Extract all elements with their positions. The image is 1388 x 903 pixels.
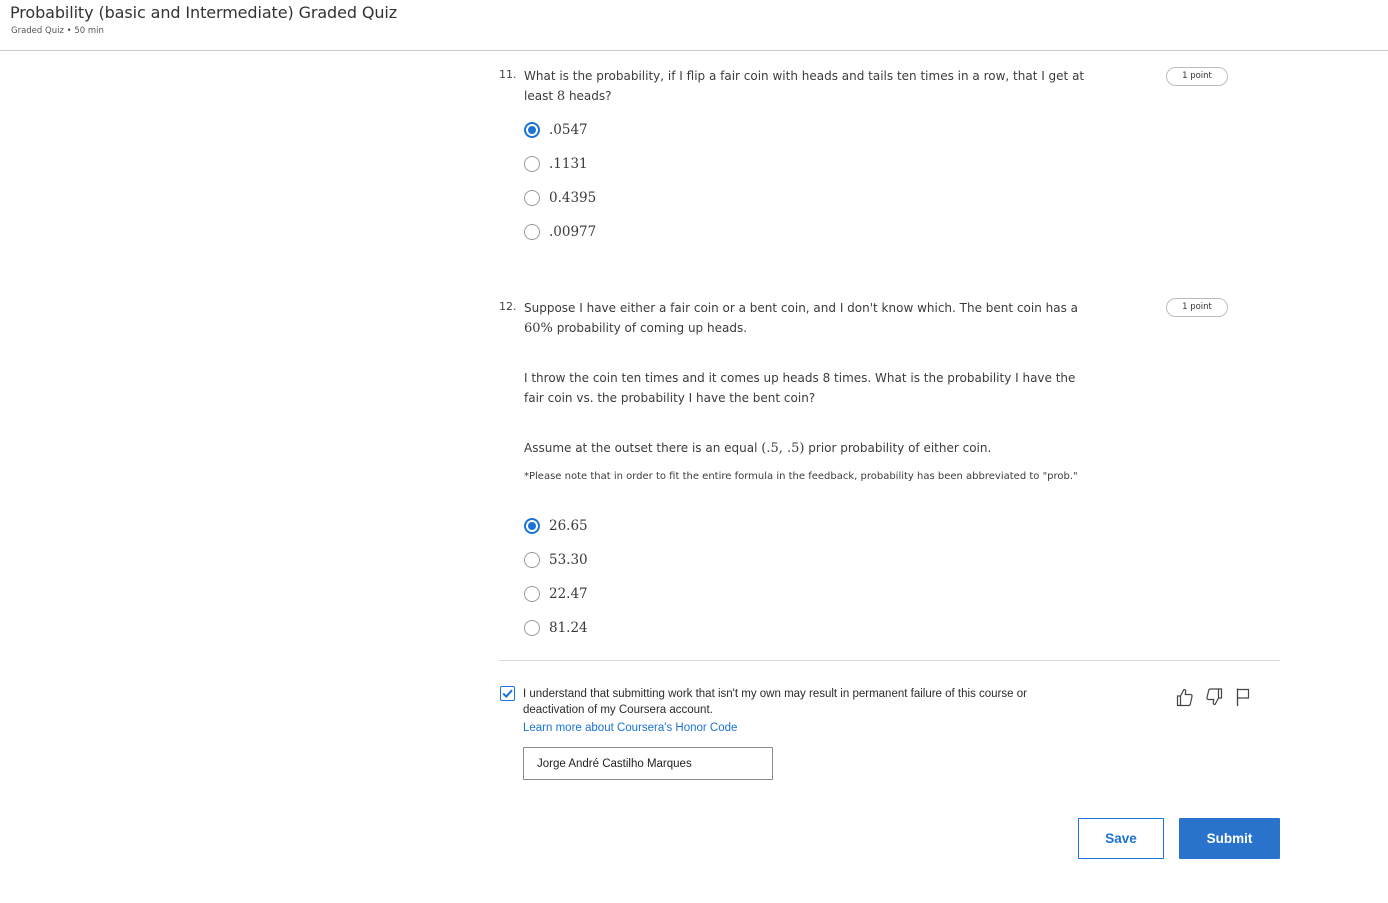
- thumbs-down-icon[interactable]: [1204, 686, 1224, 708]
- radio-button[interactable]: [524, 190, 540, 206]
- question-note: *Please note that in order to fit the en…: [524, 471, 1078, 482]
- points-badge: 1 point: [1166, 67, 1228, 86]
- thumbs-up-icon[interactable]: [1175, 686, 1195, 708]
- honor-code-text: I understand that submitting work that i…: [523, 688, 1027, 716]
- option-label: 22.47: [549, 586, 588, 602]
- answer-option[interactable]: 53.30: [524, 550, 588, 570]
- radio-button-selected[interactable]: [524, 518, 540, 534]
- question-text: What is the probability, if I flip a fai…: [524, 69, 1085, 104]
- option-label: 53.30: [549, 552, 588, 568]
- math-inline: 60%: [524, 321, 553, 336]
- honor-code-link[interactable]: Learn more about Coursera's Honor Code: [523, 722, 737, 734]
- radio-button[interactable]: [524, 224, 540, 240]
- divider: [499, 660, 1280, 661]
- answer-option[interactable]: 0.4395: [524, 188, 596, 208]
- question-number: 11.: [499, 68, 517, 81]
- radio-button[interactable]: [524, 586, 540, 602]
- radio-button[interactable]: [524, 552, 540, 568]
- question-paragraph: I throw the coin ten times and it comes …: [524, 371, 1076, 405]
- option-label: 26.65: [549, 518, 588, 534]
- option-label: 0.4395: [549, 190, 597, 206]
- question-number: 12.: [499, 300, 517, 313]
- answer-option[interactable]: 26.65: [524, 516, 588, 536]
- radio-button[interactable]: [524, 156, 540, 172]
- quiz-meta: Graded Quiz • 50 min: [11, 26, 104, 36]
- option-label: .0547: [549, 122, 588, 138]
- checkmark-icon: [502, 689, 513, 699]
- option-label: .00977: [549, 224, 597, 240]
- points-badge: 1 point: [1166, 298, 1228, 317]
- question-text: Suppose I have either a fair coin or a b…: [524, 301, 1078, 336]
- math-inline: 8: [556, 89, 566, 104]
- page-title: Probability (basic and Intermediate) Gra…: [10, 3, 398, 22]
- option-label: 81.24: [549, 620, 588, 636]
- answer-option[interactable]: .00977: [524, 222, 596, 242]
- legal-name-input[interactable]: [523, 747, 773, 780]
- quiz-header: Probability (basic and Intermediate) Gra…: [0, 0, 1388, 51]
- answer-option[interactable]: 81.24: [524, 618, 588, 638]
- option-label: .1131: [549, 156, 588, 172]
- radio-button-selected[interactable]: [524, 122, 540, 138]
- flag-icon[interactable]: [1234, 686, 1254, 708]
- honor-code-checkbox[interactable]: [500, 686, 515, 701]
- submit-button[interactable]: Submit: [1179, 818, 1280, 859]
- answer-option[interactable]: .1131: [524, 154, 588, 174]
- radio-button[interactable]: [524, 620, 540, 636]
- answer-option[interactable]: .0547: [524, 120, 588, 140]
- question-paragraph: Assume at the outset there is an equal (…: [524, 441, 992, 456]
- save-button[interactable]: Save: [1078, 818, 1164, 859]
- answer-option[interactable]: 22.47: [524, 584, 588, 604]
- math-inline: (.5, .5): [761, 441, 805, 456]
